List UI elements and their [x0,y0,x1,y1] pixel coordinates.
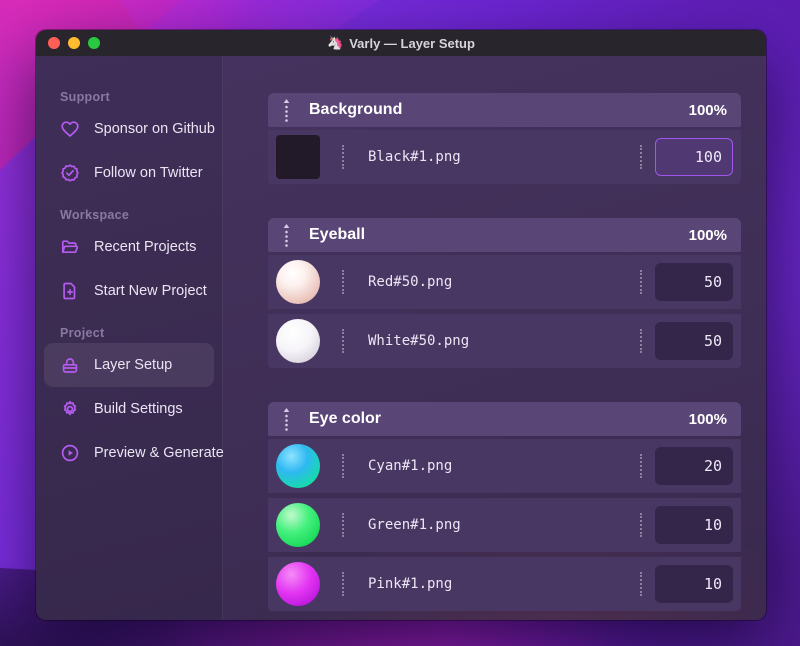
sidebar-item-recent-projects[interactable]: Recent Projects [44,225,214,269]
cyan-sphere-thumb [276,444,320,488]
layer-filename: Red#50.png [368,274,453,290]
layer-group-weight: 100% [688,226,727,244]
sidebar-item-label: Sponsor on Github [94,121,215,137]
layer-group-name: Eyeball [309,226,366,243]
pink-sphere-thumb [276,562,320,606]
sidebar-item-label: Preview & Generate [94,445,224,461]
layer-group-name: Background [309,101,403,118]
row-divider [342,454,344,478]
desktop-background: 🦄 Varly — Layer Setup Support Sponsor on… [0,0,800,646]
layer-row: Cyan#1.png [268,439,741,493]
row-divider [342,513,344,537]
layer-group-header: Eyeball 100% [268,218,741,252]
unicorn-app-icon: 🦄 [327,35,344,50]
layer-setup-panel: Background 100% Black#1.png Eyeball 100% [223,56,766,620]
layer-group-weight: 100% [688,410,727,428]
layer-row: Red#50.png [268,255,741,309]
window-title: 🦄 Varly — Layer Setup [327,35,475,51]
sidebar: Support Sponsor on Github Follow on Twit… [36,56,224,620]
sidebar-item-sponsor-on-github[interactable]: Sponsor on Github [44,107,215,151]
row-divider [342,572,344,596]
window-body: Support Sponsor on Github Follow on Twit… [36,56,766,620]
sidebar-item-label: Layer Setup [94,357,173,373]
layer-value-input[interactable] [655,322,733,360]
sidebar-item-label: Build Settings [94,401,183,417]
sidebar-item-label: Recent Projects [94,239,197,255]
layer-group-background: Background 100% Black#1.png [268,93,741,184]
layer-row: Black#1.png [268,130,741,184]
drag-handle-icon[interactable] [282,407,291,431]
layer-filename: Black#1.png [368,149,461,165]
sidebar-item-label: Start New Project [94,283,207,299]
row-divider [342,329,344,353]
layer-value-input[interactable] [655,447,733,485]
row-divider [640,572,642,596]
sidebar-section-label: Support [60,90,111,104]
row-divider [342,270,344,294]
white-sphere-thumb [276,319,320,363]
verified-badge-icon [60,163,80,183]
layer-filename: Pink#1.png [368,576,453,592]
layers-bag-icon [60,355,80,375]
close-button[interactable] [48,37,60,49]
layer-group-eyeball: Eyeball 100% Red#50.png White#50.png [268,218,741,368]
sidebar-section-project: Project Layer Setup Build Settings Previ… [36,326,224,475]
layer-filename: White#50.png [368,333,470,349]
layer-value-input[interactable] [655,138,733,176]
sidebar-item-build-settings[interactable]: Build Settings [44,387,214,431]
row-divider [640,513,642,537]
layer-value-input[interactable] [655,565,733,603]
minimize-button[interactable] [68,37,80,49]
sidebar-item-layer-setup[interactable]: Layer Setup [44,343,214,387]
black-square-thumb [276,135,320,179]
sidebar-section-label: Project [60,326,105,340]
row-divider [640,270,642,294]
layer-group-header: Eye color 100% [268,402,741,436]
sidebar-item-follow-on-twitter[interactable]: Follow on Twitter [44,151,214,195]
sidebar-item-start-new-project[interactable]: Start New Project [44,269,214,313]
file-plus-icon [60,281,80,301]
layer-group-header: Background 100% [268,93,741,127]
zoom-button[interactable] [88,37,100,49]
row-divider [640,329,642,353]
heart-icon [60,119,80,139]
play-circle-icon [60,443,80,463]
sidebar-item-preview-generate[interactable]: Preview & Generate [44,431,224,475]
drag-handle-icon[interactable] [282,98,291,122]
layer-value-input[interactable] [655,263,733,301]
layer-value-input[interactable] [655,506,733,544]
sidebar-section-label: Workspace [60,208,130,222]
layer-group-weight: 100% [688,101,727,119]
sidebar-item-label: Follow on Twitter [94,165,203,181]
layer-row: Green#1.png [268,498,741,552]
title-bar: 🦄 Varly — Layer Setup [36,30,766,56]
drag-handle-icon[interactable] [282,223,291,247]
row-divider [640,454,642,478]
green-sphere-thumb [276,503,320,547]
layer-filename: Cyan#1.png [368,458,453,474]
layer-row: Pink#1.png [268,557,741,611]
layer-filename: Green#1.png [368,517,461,533]
gear-icon [60,399,80,419]
layer-row: White#50.png [268,314,741,368]
layer-group-eye-color: Eye color 100% Cyan#1.png Green#1.png Pi… [268,402,741,611]
app-window: 🦄 Varly — Layer Setup Support Sponsor on… [36,30,766,620]
sidebar-section-support: Support Sponsor on Github Follow on Twit… [36,90,222,195]
folder-icon [60,237,80,257]
window-title-text: Varly — Layer Setup [349,35,475,51]
red-sphere-thumb [276,260,320,304]
sidebar-section-workspace: Workspace Recent Projects Start New Proj… [36,208,222,313]
traffic-lights [48,37,100,49]
layer-group-name: Eye color [309,410,382,427]
row-divider [342,145,344,169]
row-divider [640,145,642,169]
